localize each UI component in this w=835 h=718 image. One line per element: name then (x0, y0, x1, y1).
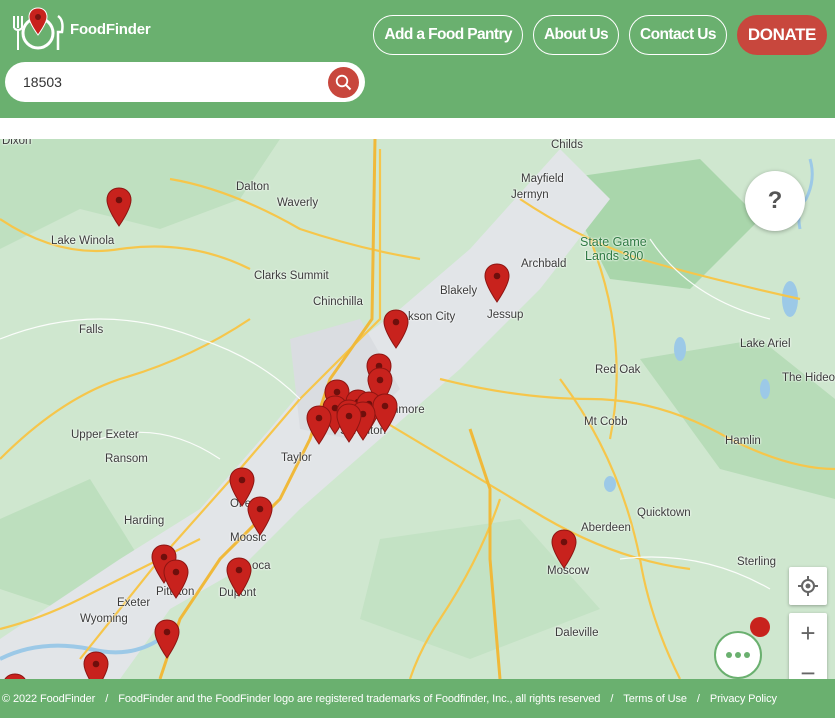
map-label: Mayfield (521, 173, 564, 185)
crosshair-icon (798, 576, 818, 596)
search-icon (335, 74, 352, 91)
search-input[interactable] (23, 74, 313, 90)
map-label: Sterling (737, 556, 776, 568)
my-location-button[interactable] (789, 567, 827, 605)
map-label: Hamlin (725, 435, 761, 447)
map-label: Quicktown (637, 507, 691, 519)
zoom-control: + − (789, 613, 827, 679)
terms-link[interactable]: Terms of Use (623, 693, 687, 705)
map-label: Harding (124, 515, 165, 527)
map-pin-icon (106, 187, 132, 227)
map-label: Ransom (105, 453, 148, 465)
map-label: Dalton (236, 181, 270, 193)
map-pin-icon (383, 309, 409, 349)
footer: © 2022 FoodFinder / FoodFinder and the F… (0, 679, 835, 718)
map-label: Upper Exeter (71, 429, 139, 441)
trademark-text: FoodFinder and the FoodFinder logo are r… (118, 692, 601, 705)
map-label: Daleville (555, 627, 599, 639)
map-label: Chinchilla (313, 296, 363, 308)
pantry-pin[interactable] (83, 651, 109, 679)
map-label: State Game (580, 235, 647, 249)
main-nav: Add a Food Pantry About Us Contact Us DO… (373, 15, 827, 55)
map-label: Aberdeen (581, 522, 631, 534)
map-label: Blakely (440, 285, 478, 297)
search-button[interactable] (328, 67, 359, 98)
copyright-text: © 2022 FoodFinder (2, 692, 96, 705)
map[interactable]: Dixon Childs Dalton Waverly Mayfield Jer… (0, 139, 835, 679)
pantry-pin[interactable] (247, 496, 273, 536)
logo-icon (13, 7, 64, 50)
about-button[interactable]: About Us (532, 15, 620, 55)
map-label: Lake Winola (51, 235, 115, 247)
map-label: Jermyn (511, 189, 549, 201)
map-pin-icon (163, 559, 189, 599)
pantry-pin[interactable] (336, 403, 362, 443)
separator: / (610, 692, 614, 705)
map-pin-icon (247, 496, 273, 536)
contact-button[interactable]: Contact Us (629, 15, 727, 55)
search-bar (5, 62, 365, 102)
header-divider (0, 118, 835, 139)
map-pin-icon (484, 263, 510, 303)
map-label: Jessup (487, 309, 524, 321)
pantry-pin[interactable] (551, 529, 577, 569)
pantry-pin[interactable] (306, 405, 332, 445)
chat-icon (726, 652, 750, 658)
map-pin-icon (551, 529, 577, 569)
map-label: Mt Cobb (584, 416, 628, 428)
pantry-pin[interactable] (383, 309, 409, 349)
map-label: Falls (79, 324, 104, 336)
header: FoodFinder Add a Food Pantry About Us Co… (0, 0, 835, 118)
map-label: Lands 300 (585, 249, 644, 263)
map-label: The Hideo (782, 372, 835, 384)
map-label: Taylor (281, 452, 312, 464)
zoom-in-button[interactable]: + (789, 613, 827, 653)
logo-text: FoodFinder (70, 20, 151, 38)
map-label: Archbald (521, 258, 567, 270)
map-label: Wyoming (80, 613, 128, 625)
pantry-pin[interactable] (154, 619, 180, 659)
map-pin-icon (154, 619, 180, 659)
map-label: Red Oak (595, 364, 641, 376)
notification-dot (750, 617, 770, 637)
help-button[interactable]: ? (745, 171, 805, 231)
map-pin-icon (83, 651, 109, 679)
donate-button[interactable]: DONATE (736, 15, 827, 55)
pantry-pin[interactable] (226, 557, 252, 597)
add-pantry-button[interactable]: Add a Food Pantry (373, 15, 523, 55)
separator: / (105, 692, 109, 705)
map-label: kson City (408, 311, 456, 323)
pantry-pin[interactable] (106, 187, 132, 227)
privacy-link[interactable]: Privacy Policy (710, 693, 777, 705)
map-pin-icon (226, 557, 252, 597)
page: FoodFinder Add a Food Pantry About Us Co… (0, 0, 835, 718)
map-label: oca (252, 560, 271, 572)
map-label: Childs (551, 139, 583, 151)
map-label: Clarks Summit (254, 270, 329, 282)
pantry-pin[interactable] (484, 263, 510, 303)
zoom-out-button[interactable]: − (789, 653, 827, 680)
map-label: Lake Ariel (740, 338, 791, 350)
map-label: Waverly (277, 197, 319, 209)
chat-button[interactable] (714, 631, 762, 679)
map-label: Dixon (2, 139, 32, 147)
separator: / (696, 692, 700, 705)
map-pin-icon (336, 403, 362, 443)
logo[interactable]: FoodFinder (10, 6, 180, 52)
map-pin-icon (306, 405, 332, 445)
pantry-pin[interactable] (163, 559, 189, 599)
map-label: Exeter (117, 597, 151, 609)
